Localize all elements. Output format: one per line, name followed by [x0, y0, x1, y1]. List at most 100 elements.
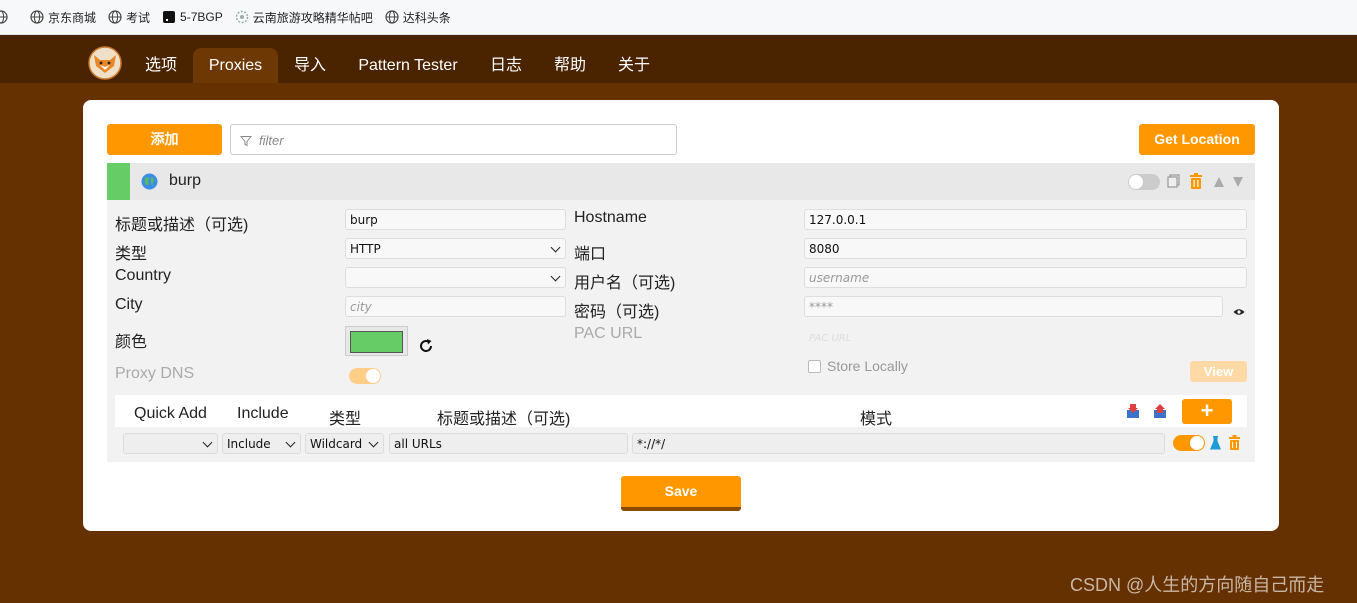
city-label: City [115, 296, 143, 313]
toggle-knob [1129, 175, 1143, 189]
delete-pattern-icon[interactable] [1228, 435, 1241, 451]
pattern-header-include: Include [237, 405, 289, 422]
proxy-color-strip [107, 163, 130, 200]
bookmark-item[interactable]: 京东商城 [30, 0, 96, 35]
type-select[interactable]: HTTP [345, 238, 566, 259]
proxies-card: 添加 filter Get Location burp 标题或描述（可选) bu… [83, 100, 1279, 531]
proxy-dns-toggle[interactable] [349, 368, 381, 384]
password-input[interactable]: **** [804, 296, 1223, 317]
country-select[interactable] [345, 267, 566, 288]
nav-tab-import[interactable]: 导入 [286, 48, 334, 83]
bookmark-label: 京东商城 [48, 10, 97, 25]
chevron-down-icon [550, 242, 561, 253]
bookmark-label: 达科头条 [402, 10, 451, 25]
password-label: 密码（可选) [574, 304, 660, 321]
pattern-header-quick-add: Quick Add [134, 405, 207, 422]
proxy-enable-toggle[interactable] [1128, 174, 1160, 190]
bookmark-item[interactable]: 5-7BGP [162, 0, 223, 35]
proxy-header: burp [107, 163, 1255, 200]
export-patterns-icon[interactable] [1153, 403, 1167, 419]
get-location-button[interactable]: Get Location [1139, 124, 1255, 155]
filter-input[interactable]: filter [230, 124, 677, 155]
nav-tab-options[interactable]: 选项 [137, 48, 185, 83]
proxy-name: burp [169, 172, 202, 189]
pattern-header-type: 类型 [329, 411, 362, 428]
foxyproxy-logo-icon [88, 46, 122, 80]
pattern-type-select[interactable]: Wildcard [305, 433, 384, 454]
hostname-input[interactable]: 127.0.0.1 [804, 209, 1247, 230]
pac-url-input[interactable]: PAC URL [804, 329, 1247, 350]
add-pattern-button[interactable]: + [1182, 399, 1232, 424]
test-flask-icon[interactable] [1209, 436, 1222, 451]
eye-icon[interactable] [1233, 303, 1245, 315]
pattern-type-value: Wildcard [310, 437, 363, 451]
globe-icon [385, 10, 399, 24]
store-locally-label: Store Locally [827, 358, 908, 374]
nav-tab-proxies[interactable]: Proxies [193, 48, 278, 83]
include-select[interactable]: Include [222, 433, 301, 454]
pattern-header-pattern: 模式 [860, 411, 893, 428]
city-input[interactable]: city [345, 296, 566, 317]
color-label: 颜色 [115, 334, 148, 351]
filter-placeholder: filter [259, 133, 284, 148]
pattern-title-input[interactable]: all URLs [389, 433, 628, 454]
patterns-header: Quick Add Include 类型 标题或描述（可选) 模式 + [115, 395, 1247, 428]
save-button[interactable]: Save [621, 476, 741, 511]
title-input[interactable]: burp [345, 209, 566, 230]
move-down-icon[interactable] [1232, 175, 1244, 187]
terminal-icon [162, 10, 176, 24]
chevron-down-icon [285, 437, 296, 448]
proxy-dns-label: Proxy DNS [115, 365, 195, 382]
type-select-value: HTTP [350, 242, 381, 256]
globe-icon [30, 10, 44, 24]
pattern-enable-toggle[interactable] [1173, 435, 1205, 451]
port-input[interactable]: 8080 [804, 238, 1247, 259]
nav-tab-log[interactable]: 日志 [482, 48, 530, 83]
type-label: 类型 [115, 246, 148, 263]
store-locally-checkbox[interactable] [808, 360, 821, 373]
chevron-down-icon [550, 271, 561, 282]
port-label: 端口 [574, 246, 607, 263]
import-patterns-icon[interactable] [1126, 403, 1140, 419]
bookmark-item[interactable]: 云南旅游攻略精华帖吧 [235, 0, 373, 35]
bookmark-item[interactable]: 考试 [108, 0, 150, 35]
bookmark-item[interactable]: 达科头条 [385, 0, 451, 35]
country-label: Country [115, 267, 172, 284]
pattern-header-title: 标题或描述（可选) [437, 411, 571, 428]
globe-icon [0, 10, 8, 24]
title-label: 标题或描述（可选) [115, 217, 249, 234]
nav-tab-help[interactable]: 帮助 [546, 48, 594, 83]
pattern-input[interactable]: *://*/ [632, 433, 1165, 454]
toggle-knob [366, 369, 380, 383]
nav-tab-about[interactable]: 关于 [610, 48, 658, 83]
chevron-down-icon [368, 437, 379, 448]
bookmark-label: 考试 [126, 10, 151, 25]
top-navbar: 选项 Proxies 导入 Pattern Tester 日志 帮助 关于 [0, 35, 1357, 83]
view-button[interactable]: View [1190, 361, 1247, 382]
nav-tab-pattern-tester[interactable]: Pattern Tester [350, 48, 466, 83]
username-label: 用户名（可选) [574, 275, 676, 292]
bookmarks-bar: 京东商城 考试 5-7BGP 云南旅游攻略精华帖吧 达科头条 [0, 0, 1357, 35]
pac-url-label: PAC URL [574, 325, 643, 342]
color-swatch [350, 331, 403, 353]
forum-icon [235, 10, 249, 24]
move-up-icon[interactable] [1213, 175, 1225, 187]
delete-icon[interactable] [1189, 173, 1203, 190]
refresh-icon[interactable] [417, 337, 435, 355]
username-input[interactable]: username [804, 267, 1247, 288]
hostname-label: Hostname [574, 209, 647, 226]
bookmark-label: 5-7BGP [180, 10, 223, 24]
bookmark-label: 云南旅游攻略精华帖吧 [252, 10, 373, 25]
toggle-knob [1190, 436, 1204, 450]
include-select-value: Include [227, 437, 271, 451]
globe-icon [108, 10, 122, 24]
bookmark-globe-partial[interactable] [0, 0, 12, 35]
add-proxy-button[interactable]: 添加 [107, 124, 222, 155]
duplicate-icon[interactable] [1167, 174, 1181, 188]
filter-icon [239, 134, 253, 147]
color-picker[interactable] [345, 326, 408, 356]
chevron-down-icon [202, 437, 213, 448]
proxy-entry: burp 标题或描述（可选) burp 类型 HTTP Country City… [107, 163, 1255, 462]
quick-add-select[interactable] [123, 433, 218, 454]
csdn-watermark: CSDN @人生的方向随自己而走 [1070, 575, 1325, 595]
